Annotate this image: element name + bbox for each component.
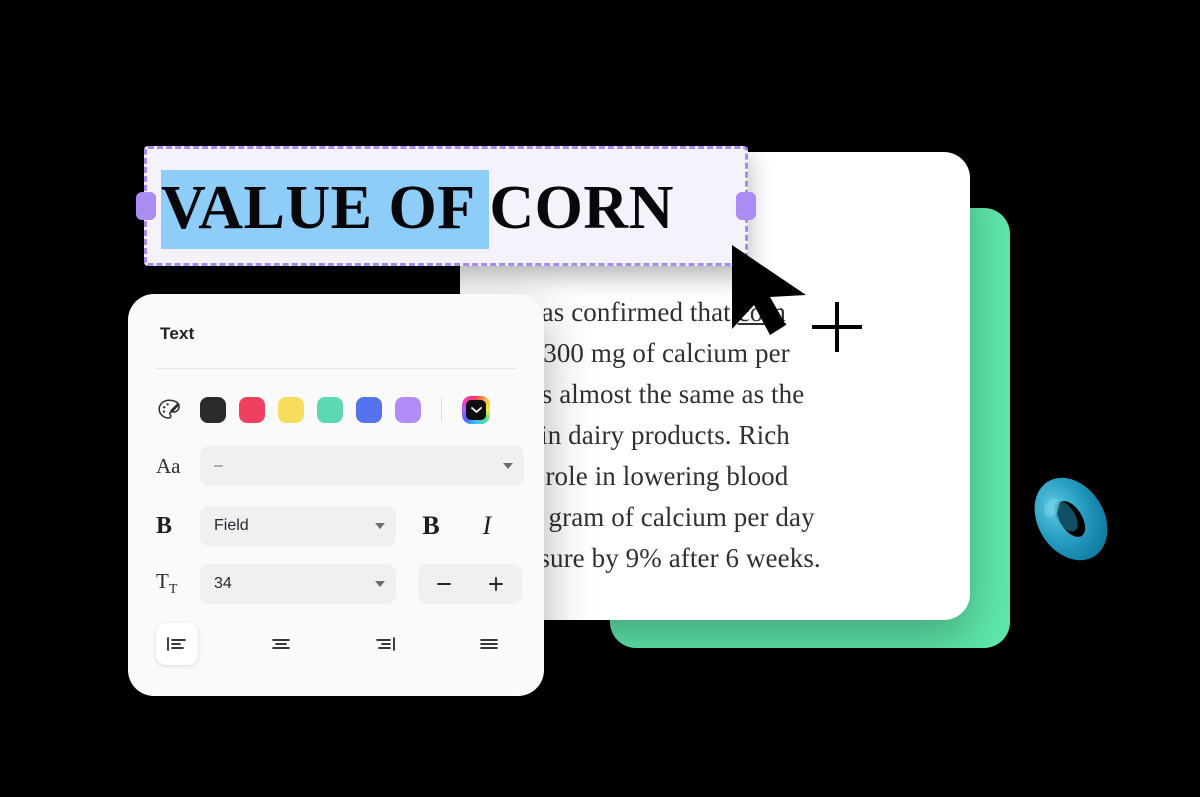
- resize-handle-left[interactable]: [136, 192, 156, 220]
- bold-italic-group: B I: [418, 510, 500, 542]
- font-weight-icon: B: [156, 513, 200, 540]
- font-size-value: 34: [214, 575, 232, 592]
- chevron-down-icon: [466, 400, 486, 420]
- font-size-row: TT 34: [156, 562, 524, 606]
- font-style-row: B Field B I: [156, 504, 524, 548]
- title-selected-text: VALUE OF: [161, 170, 490, 249]
- chevron-down-icon: [375, 581, 385, 587]
- color-swatch-blue[interactable]: [356, 397, 382, 423]
- chevron-down-icon: [503, 463, 513, 469]
- swatch-divider: [441, 398, 442, 422]
- font-size-icon-label: TT: [156, 569, 178, 598]
- font-family-value: –: [214, 457, 223, 474]
- resize-handle-right[interactable]: [736, 192, 756, 220]
- palette-brush-icon[interactable]: [156, 397, 200, 423]
- italic-button[interactable]: I: [474, 510, 500, 542]
- font-family-icon: Aa: [156, 454, 200, 479]
- color-swatch-purple[interactable]: [395, 397, 421, 423]
- color-row: [156, 388, 524, 432]
- text-format-panel: Text Aa – B Field B I TT 34: [128, 294, 544, 696]
- document-title: VALUE OF CORN: [161, 169, 674, 249]
- canvas-stage: ng has confirmed that corn arly 300 mg o…: [0, 0, 1200, 797]
- font-size-icon: TT: [156, 569, 200, 598]
- align-left-button[interactable]: [156, 623, 198, 665]
- bold-button[interactable]: B: [418, 510, 444, 542]
- align-justify-button[interactable]: [468, 623, 510, 665]
- color-swatches: [200, 396, 490, 424]
- title-rest-text: CORN: [489, 174, 674, 242]
- font-style-value: Field: [214, 517, 249, 534]
- color-swatch-teal[interactable]: [317, 397, 343, 423]
- font-family-icon-label: Aa: [156, 453, 181, 478]
- custom-color-picker[interactable]: [462, 396, 490, 424]
- panel-divider: [156, 368, 516, 369]
- body-line: ng 1 gram of calcium per day: [494, 497, 944, 538]
- body-line: ng has confirmed that corn: [494, 292, 944, 333]
- arrow-cursor: [728, 243, 814, 339]
- font-family-row: Aa –: [156, 446, 524, 486]
- alignment-row: [156, 620, 524, 668]
- chevron-down-icon: [375, 523, 385, 529]
- color-swatch-yellow[interactable]: [278, 397, 304, 423]
- align-right-button[interactable]: [364, 623, 406, 665]
- align-center-button[interactable]: [260, 623, 302, 665]
- body-line: ich is almost the same as the: [494, 374, 944, 415]
- font-size-decrease-button[interactable]: [427, 567, 461, 601]
- body-line: ay a role in lowering blood: [494, 456, 944, 497]
- font-size-increase-button[interactable]: [479, 567, 513, 601]
- crosshair-icon: [810, 300, 864, 354]
- body-line: ned in dairy products. Rich: [494, 415, 944, 456]
- font-size-stepper: [418, 564, 522, 604]
- body-line: pressure by 9% after 6 weeks.: [494, 538, 944, 579]
- title-inner: VALUE OF CORN: [161, 169, 731, 249]
- document-body-text[interactable]: ng has confirmed that corn arly 300 mg o…: [494, 292, 944, 579]
- panel-title: Text: [160, 324, 195, 343]
- font-family-select[interactable]: –: [200, 446, 524, 486]
- title-selection-frame[interactable]: VALUE OF CORN: [136, 146, 756, 266]
- color-swatch-red[interactable]: [239, 397, 265, 423]
- color-swatch-black[interactable]: [200, 397, 226, 423]
- torus-decoration: [1006, 454, 1136, 584]
- font-size-select[interactable]: 34: [200, 564, 396, 604]
- font-style-select[interactable]: Field: [200, 506, 396, 546]
- body-line: arly 300 mg of calcium per: [494, 333, 944, 374]
- font-weight-icon-label: B: [156, 512, 173, 539]
